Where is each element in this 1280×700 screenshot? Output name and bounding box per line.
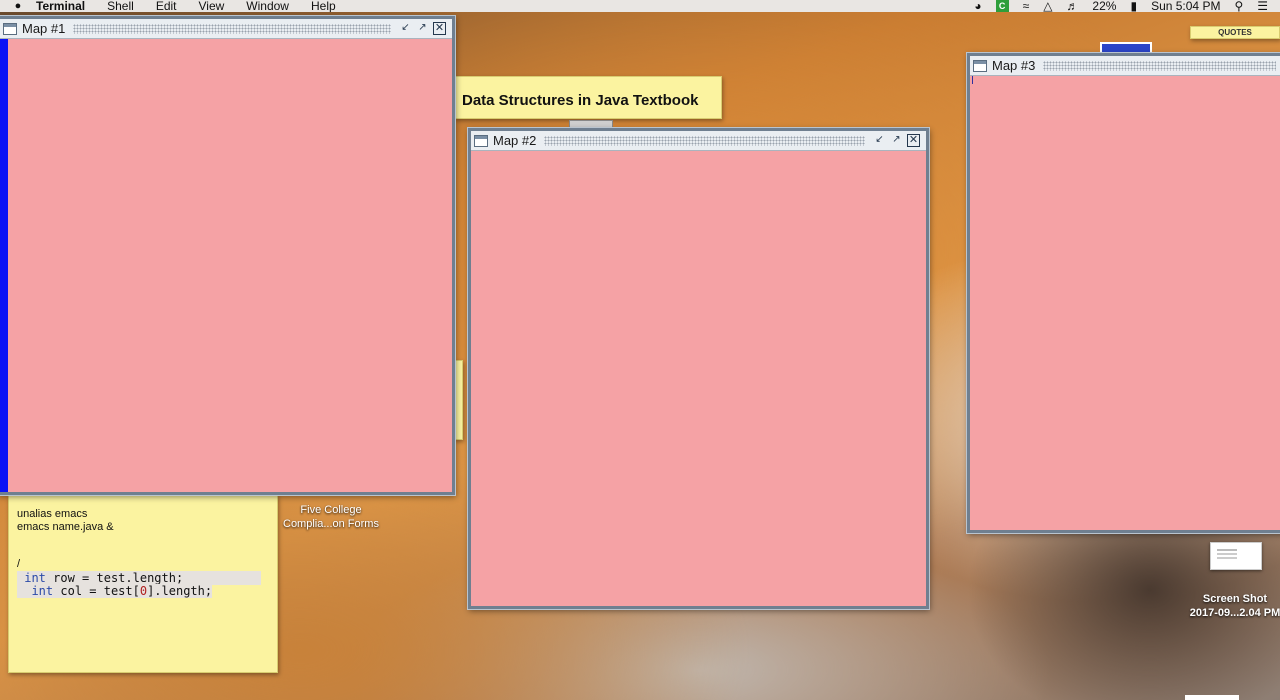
desktop-icon-screenshot[interactable]: Screen Shot 2017-09...2.04 PM xyxy=(1180,592,1280,620)
minimize-icon[interactable]: ↙ xyxy=(873,134,886,147)
map-canvas[interactable] xyxy=(0,39,452,492)
code-keyword: int xyxy=(31,584,54,598)
desktop-icon-label: Complia...on Forms xyxy=(283,518,379,530)
volume-icon[interactable]: ♬ xyxy=(1066,0,1078,12)
code-keyword: int xyxy=(24,571,46,585)
code-number: 0 xyxy=(139,584,148,598)
mask-icon[interactable]: ◕ xyxy=(974,0,981,12)
code-text: ].length; xyxy=(147,584,213,598)
window-title: Map #2 xyxy=(493,133,537,148)
sticky-note-title: Data Structures in Java Textbook xyxy=(462,92,699,109)
menu-app-name[interactable]: Terminal xyxy=(36,0,85,12)
window-titlebar[interactable]: Map #1 ↙ ↗ ✕ xyxy=(0,19,452,39)
list-icon[interactable]: ☰ xyxy=(1257,0,1268,12)
textbook-sticky-note[interactable]: Data Structures in Java Textbook xyxy=(455,76,722,119)
desktop-icon-label: 2017-09...2.04 PM xyxy=(1189,607,1280,619)
maximize-icon[interactable]: ↗ xyxy=(416,22,429,35)
titlebar-grip[interactable] xyxy=(1043,60,1276,71)
maximize-icon[interactable]: ↗ xyxy=(890,134,903,147)
quotes-sticky-note[interactable]: QUOTES xyxy=(1190,26,1280,39)
note-code-row: int row = test.length; xyxy=(17,571,261,585)
battery-percent[interactable]: 22% xyxy=(1092,0,1116,12)
window-title: Map #3 xyxy=(992,58,1036,73)
titlebar-grip[interactable] xyxy=(544,135,865,146)
search-icon[interactable]: ⚲ xyxy=(1234,0,1243,12)
map-window-2[interactable]: Map #2 ↙ ↗ ✕ xyxy=(468,128,929,609)
clock[interactable]: Sun 5:04 PM xyxy=(1151,0,1220,12)
desktop-icon-label: Five College xyxy=(300,504,362,516)
note-line-slash: / xyxy=(17,558,21,570)
window-title: Map #1 xyxy=(22,21,66,36)
status-badge-icon[interactable]: C xyxy=(995,0,1009,12)
wifi-icon[interactable]: ≈ xyxy=(1023,0,1030,12)
close-icon[interactable]: ✕ xyxy=(907,134,920,147)
note-code-col: int col = test[0].length; xyxy=(17,584,213,598)
screenshot-file-thumbnail[interactable] xyxy=(1210,542,1262,570)
window-frame-icon xyxy=(474,134,488,147)
desktop-file-thumbnail[interactable] xyxy=(1185,695,1239,700)
note-line-unalias: unalias emacs xyxy=(17,508,88,520)
menu-window[interactable]: Window xyxy=(246,0,289,12)
map-canvas[interactable] xyxy=(471,151,926,606)
titlebar-grip[interactable] xyxy=(73,23,391,34)
apple-menu-icon[interactable]: ● xyxy=(0,0,36,12)
map-canvas[interactable] xyxy=(970,76,1280,530)
window-titlebar[interactable]: Map #3 xyxy=(970,56,1280,76)
airplay-icon[interactable]: △ xyxy=(1043,0,1052,12)
desktop-icon-five-college[interactable]: Five College Complia...on Forms xyxy=(276,503,386,531)
window-frame-icon xyxy=(3,22,17,35)
note-line-emacs: emacs name.java & xyxy=(17,521,114,533)
menu-bar: ● Terminal Shell Edit View Window Help ◕… xyxy=(0,0,1280,12)
menu-view[interactable]: View xyxy=(199,0,225,12)
menu-edit[interactable]: Edit xyxy=(156,0,177,12)
window-frame-icon xyxy=(973,59,987,72)
map-window-1[interactable]: Map #1 ↙ ↗ ✕ xyxy=(0,16,455,495)
window-titlebar[interactable]: Map #2 ↙ ↗ ✕ xyxy=(471,131,926,151)
map-window-3[interactable]: Map #3 xyxy=(967,53,1280,533)
code-sticky-note[interactable]: unalias emacs emacs name.java & / int ro… xyxy=(8,495,278,673)
menu-help[interactable]: Help xyxy=(311,0,336,12)
menu-shell[interactable]: Shell xyxy=(107,0,134,12)
code-text: row = test.length; xyxy=(45,571,184,585)
sticky-note-edge xyxy=(454,360,463,440)
battery-icon[interactable]: ▮ xyxy=(1130,0,1137,12)
close-icon[interactable]: ✕ xyxy=(433,22,446,35)
quotes-label: QUOTES xyxy=(1218,28,1252,37)
minimize-icon[interactable]: ↙ xyxy=(399,22,412,35)
map-blue-strip xyxy=(0,39,8,492)
desktop-icon-label: Screen Shot xyxy=(1202,593,1268,605)
code-text: col = test[ xyxy=(53,584,140,598)
status-area: ◕ C ≈ △ ♬ 22% ▮ Sun 5:04 PM ⚲ ☰ xyxy=(974,0,1280,12)
